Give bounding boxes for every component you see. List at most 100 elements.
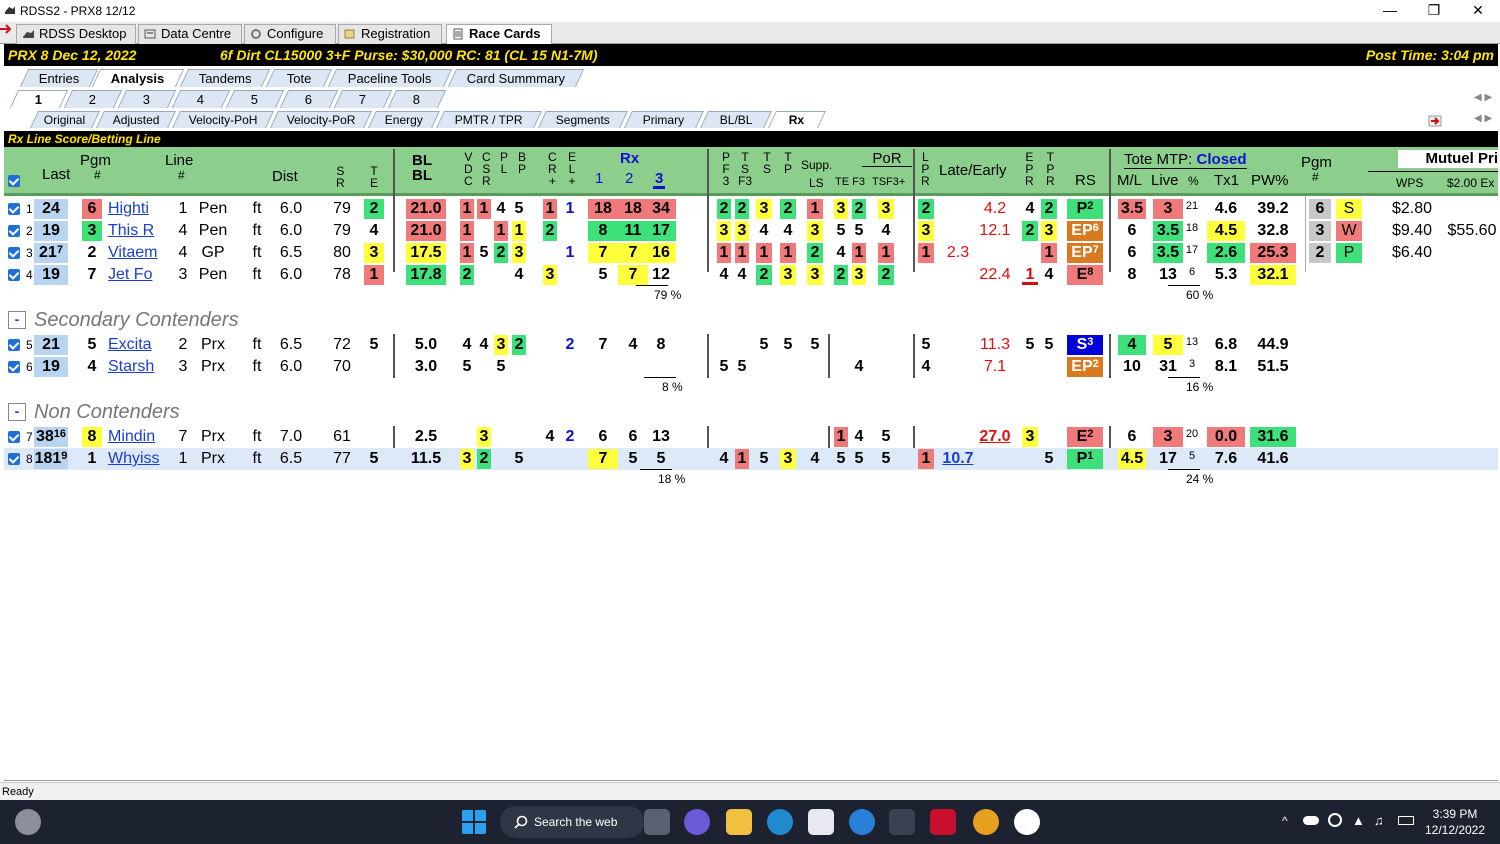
restore-icon[interactable]: ❐ <box>1412 0 1456 20</box>
cell-name[interactable]: Whyiss <box>108 449 172 469</box>
tab-rx[interactable]: Rx <box>768 111 826 128</box>
scroll-arrows-icon[interactable]: ◀ ▶ <box>1474 92 1492 103</box>
cell-vdc: 2 <box>460 265 474 285</box>
tab-race-5[interactable]: 5 <box>225 90 285 108</box>
row-checkbox[interactable] <box>8 203 20 215</box>
cell-name[interactable]: Vitaem <box>108 243 172 263</box>
tab-race-8[interactable]: 8 <box>387 90 447 108</box>
tab-race-2[interactable]: 2 <box>63 90 123 108</box>
wifi-icon[interactable]: ▲ <box>1352 813 1365 828</box>
cell-name[interactable]: Starsh <box>108 357 172 377</box>
tray-expand-icon[interactable]: ^ <box>1282 814 1288 828</box>
scroll-arrows-icon[interactable]: ◀ ▶ <box>1474 113 1492 124</box>
horse-row[interactable]: 7 3816 8 Mindin 7 Prx ft 7.0 61 2.5 3 4 2 6 6 13 1 4 5 27.0… <box>4 426 1498 448</box>
close-icon[interactable]: ✕ <box>1456 0 1500 20</box>
cell-last: 19 <box>34 357 68 377</box>
cell-lp: 18 <box>1185 222 1199 234</box>
collapse-icon[interactable]: - <box>8 311 26 329</box>
group-non-contenders[interactable]: - Non Contenders <box>8 401 180 424</box>
tab-tote[interactable]: Tote <box>265 69 333 87</box>
tab-entries[interactable]: Entries <box>19 69 99 87</box>
group-secondary-contenders[interactable]: - Secondary Contenders <box>8 309 239 332</box>
minimize-icon[interactable]: — <box>1368 0 1412 20</box>
horse-row[interactable]: 1 24 6 Highti 1 Pen ft 6.0 79 2 21.0 1 1 4 5 1 1 18 18 34 2 2… <box>4 198 1498 220</box>
tab-bl-bl[interactable]: BL/BL <box>700 111 772 128</box>
cell-pw: 41.6 <box>1257 450 1289 467</box>
horse-row[interactable]: 8 1819 1 Whyiss 1 Prx ft 6.5 77 5 11.5 3 2 5 7 5 5 4 1 5 3 4 5… <box>4 448 1498 470</box>
tab-original[interactable]: Original <box>30 111 100 128</box>
row-checkbox[interactable] <box>8 361 20 373</box>
cell-name[interactable]: Excita <box>108 335 172 355</box>
tab-configure[interactable]: Configure <box>244 24 336 44</box>
row-checkbox[interactable] <box>8 453 20 465</box>
edge-icon[interactable] <box>767 809 793 835</box>
help-icon[interactable] <box>849 809 875 835</box>
tab-velocity-poh[interactable]: Velocity-PoH <box>172 111 274 128</box>
export-icon[interactable] <box>1428 114 1442 128</box>
col-pgm2-hash: # <box>1312 170 1319 184</box>
onedrive-icon[interactable] <box>1303 816 1319 825</box>
mcafee-icon[interactable] <box>930 809 956 835</box>
select-all-checkbox[interactable] <box>8 175 20 187</box>
tab-analysis[interactable]: Analysis <box>91 69 185 87</box>
cell-le2: 12.1 <box>979 222 1011 239</box>
tab-segments[interactable]: Segments <box>538 111 628 128</box>
tab-data-centre[interactable]: Data Centre <box>138 24 242 44</box>
tab-card-summary[interactable]: Card Summmary <box>447 69 585 87</box>
collapse-icon[interactable]: - <box>8 403 26 421</box>
cell-ml: 4 <box>1118 335 1146 355</box>
tab-velocity-por[interactable]: Velocity-PoR <box>270 111 372 128</box>
group-label: Non Contenders <box>34 401 180 423</box>
tab-race-cards[interactable]: Race Cards <box>446 24 552 45</box>
row-checkbox[interactable] <box>8 247 20 259</box>
store-icon[interactable] <box>808 809 834 835</box>
horse-row[interactable]: 4 19 7 Jet Fo 3 Pen ft 6.0 78 1 17.8 2 4 3 5 7 12 4 4 2 3 3 2 3… <box>4 264 1498 286</box>
chrome-icon[interactable] <box>973 809 999 835</box>
horse-row[interactable]: 6 19 4 Starsh 3 Prx ft 6.0 70 3.0 5 5 5 5 4 4 7.1 EP2 10 31… <box>4 356 1498 378</box>
tab-paceline-tools[interactable]: Paceline Tools <box>327 69 453 87</box>
cell-superscript: 1 <box>1087 450 1094 462</box>
taskbar-search[interactable]: Search the web <box>500 806 644 838</box>
row-checkbox[interactable] <box>8 339 20 351</box>
row-number: 1 <box>26 202 33 216</box>
cell-last: 19 <box>34 265 68 285</box>
tab-race-7[interactable]: 7 <box>333 90 393 108</box>
weather-icon[interactable] <box>15 809 41 835</box>
file-explorer-icon[interactable] <box>726 809 752 835</box>
tab-race-6[interactable]: 6 <box>279 90 339 108</box>
cell-name[interactable]: This R <box>108 221 172 241</box>
task-view-icon[interactable] <box>644 809 670 835</box>
cell-tsf3p: 5 <box>881 428 891 445</box>
tab-energy[interactable]: Energy <box>368 111 440 128</box>
tab-tandems[interactable]: Tandems <box>179 69 271 87</box>
chat-icon[interactable] <box>684 809 710 835</box>
sync-icon[interactable] <box>1328 813 1342 827</box>
separator <box>913 149 915 196</box>
tab-registration[interactable]: Registration <box>338 24 442 44</box>
cell-name[interactable]: Jet Fo <box>108 265 172 285</box>
volume-icon[interactable]: ♫ <box>1374 813 1384 828</box>
row-checkbox[interactable] <box>8 269 20 281</box>
tab-race-3[interactable]: 3 <box>117 90 177 108</box>
tab-race-1[interactable]: 1 <box>9 90 69 108</box>
row-checkbox[interactable] <box>8 225 20 237</box>
cell-trk: Pen <box>198 222 228 239</box>
tab-pmtr-tpr[interactable]: PMTR / TPR <box>436 111 542 128</box>
tab-adjusted[interactable]: Adjusted <box>96 111 176 128</box>
tab-race-4[interactable]: 4 <box>171 90 231 108</box>
windows-start-icon[interactable] <box>461 809 487 835</box>
cell-ml: 3.5 <box>1118 199 1146 219</box>
clock[interactable]: 3:39 PM 12/12/2022 <box>1420 806 1490 838</box>
battery-icon[interactable] <box>1398 816 1414 825</box>
app-icon[interactable] <box>1014 809 1040 835</box>
tab-primary[interactable]: Primary <box>624 111 704 128</box>
horse-row[interactable]: 2 19 3 This R 4 Pen ft 6.0 79 4 21.0 1 1 1 2 8 11 17 3 3 4 4 3… <box>4 220 1498 242</box>
row-checkbox[interactable] <box>8 431 20 443</box>
cell-pf3: 5 <box>719 358 729 375</box>
cell-name[interactable]: Mindin <box>108 427 172 447</box>
horse-row[interactable]: 5 21 5 Excita 2 Prx ft 6.5 72 5 5.0 4 4 3 2 2 7 4 8 5 5 5 5 11.… <box>4 334 1498 356</box>
rdss-app-icon[interactable] <box>889 809 915 835</box>
cell-name[interactable]: Highti <box>108 199 172 219</box>
horse-row[interactable]: 3 217 2 Vitaem 4 GP ft 6.5 80 3 17.5 1 5 2 3 1 7 7 16 1 1 1 1 2… <box>4 242 1498 264</box>
tab-rdss-desktop[interactable]: RDSS Desktop <box>16 24 136 44</box>
